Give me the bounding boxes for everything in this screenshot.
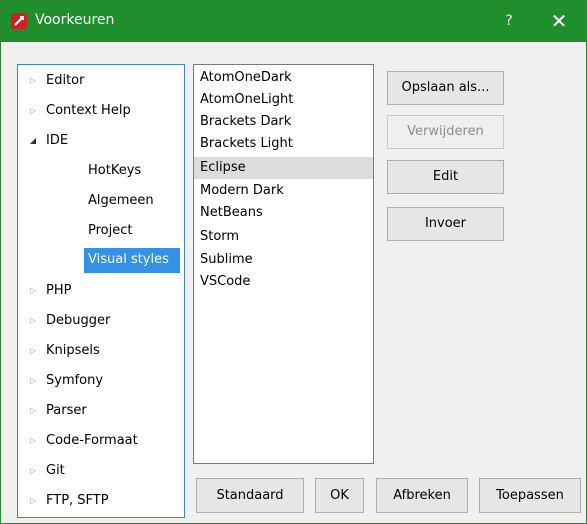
style-item-eclipse[interactable]: Eclipse (194, 157, 373, 179)
tree-item-label: Context Help (46, 103, 131, 118)
tree-item-visual-styles[interactable]: Visual styles (84, 248, 180, 273)
tree-item-label: Git (46, 463, 65, 478)
tree-item-label: Debugger (46, 313, 111, 328)
tree-item-label: FTP, SFTP (46, 493, 109, 508)
import-button[interactable]: Invoer (387, 207, 504, 241)
tree-item-git[interactable]: ▷ Git (26, 459, 176, 483)
tree-item-debugger[interactable]: ▷ Debugger (26, 309, 176, 333)
tree-item-label: Parser (46, 403, 87, 418)
style-item-storm[interactable]: Storm (194, 226, 373, 248)
style-item-sublime[interactable]: Sublime (194, 249, 373, 271)
collapsed-arrow-icon[interactable]: ▷ (26, 279, 40, 303)
tree-item-label: IDE (46, 133, 69, 148)
collapsed-arrow-icon[interactable]: ▷ (26, 429, 40, 453)
tree-item-algemeen[interactable]: Algemeen (88, 189, 174, 213)
tree-item-code-formaat[interactable]: ▷ Code-Formaat (26, 429, 176, 453)
style-item-vscode[interactable]: VSCode (194, 271, 373, 293)
style-item-netbeans[interactable]: NetBeans (194, 202, 373, 224)
cancel-button[interactable]: Afbreken (376, 478, 468, 513)
default-button[interactable]: Standaard (196, 478, 304, 513)
title-bar[interactable]: Voorkeuren ? ✕ (1, 1, 586, 42)
ok-button[interactable]: OK (315, 478, 364, 513)
style-item-brackets-dark[interactable]: Brackets Dark (194, 111, 373, 133)
app-icon (11, 13, 27, 29)
collapsed-arrow-icon[interactable]: ▷ (26, 69, 40, 93)
save-as-button[interactable]: Opslaan als... (387, 71, 504, 105)
tree-item-label: Visual styles (88, 252, 169, 267)
tree-item-label: Project (88, 223, 133, 238)
collapsed-arrow-icon[interactable]: ▷ (26, 309, 40, 333)
style-item-atomonelight[interactable]: AtomOneLight (194, 89, 373, 111)
tree-item-label: Symfony (46, 373, 104, 388)
tree-item-symfony[interactable]: ▷ Symfony (26, 369, 176, 393)
collapsed-arrow-icon[interactable]: ▷ (26, 339, 40, 363)
expanded-arrow-icon[interactable]: ◢ (26, 129, 40, 153)
apply-button[interactable]: Toepassen (479, 478, 581, 513)
style-item-modern-dark[interactable]: Modern Dark (194, 180, 373, 202)
visual-styles-list[interactable]: AtomOneDark AtomOneLight Brackets Dark B… (193, 64, 374, 464)
collapsed-arrow-icon[interactable]: ▷ (26, 459, 40, 483)
remove-button[interactable]: Verwijderen (387, 115, 504, 149)
tree-item-label: Algemeen (88, 193, 154, 208)
tree-item-context-help[interactable]: ▷ Context Help (26, 99, 176, 123)
tree-item-ftp-sftp[interactable]: ▷ FTP, SFTP (26, 489, 176, 513)
collapsed-arrow-icon[interactable]: ▷ (26, 399, 40, 423)
tree-item-label: HotKeys (88, 163, 142, 178)
style-item-atomonedark[interactable]: AtomOneDark (194, 67, 373, 89)
tree-item-project[interactable]: Project (88, 219, 174, 243)
preferences-tree[interactable]: ▷ Editor ▷ Context Help ◢ IDE HotKeys Al… (17, 64, 185, 518)
preferences-window: Voorkeuren ? ✕ ▷ Editor ▷ Context Help ◢… (0, 0, 587, 524)
tree-item-label: Knipsels (46, 343, 100, 358)
tree-item-label: PHP (46, 283, 72, 298)
collapsed-arrow-icon[interactable]: ▷ (26, 489, 40, 513)
tree-item-php[interactable]: ▷ PHP (26, 279, 176, 303)
edit-button[interactable]: Edit (387, 160, 504, 194)
tree-item-ide[interactable]: ◢ IDE (26, 129, 176, 153)
tree-item-editor[interactable]: ▷ Editor (26, 69, 176, 93)
window-title: Voorkeuren (35, 12, 115, 28)
tree-item-hotkeys[interactable]: HotKeys (88, 159, 174, 183)
tree-item-knipsels[interactable]: ▷ Knipsels (26, 339, 176, 363)
help-button[interactable]: ? (499, 11, 519, 31)
tree-item-label: Code-Formaat (46, 433, 138, 448)
collapsed-arrow-icon[interactable]: ▷ (26, 99, 40, 123)
style-item-brackets-light[interactable]: Brackets Light (194, 133, 373, 155)
tree-item-parser[interactable]: ▷ Parser (26, 399, 176, 423)
collapsed-arrow-icon[interactable]: ▷ (26, 369, 40, 393)
tree-item-label: Editor (46, 73, 85, 88)
close-icon[interactable]: ✕ (545, 9, 573, 33)
